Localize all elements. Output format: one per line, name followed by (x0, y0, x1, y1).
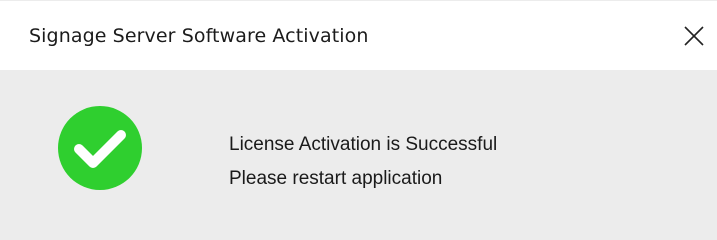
close-button[interactable] (677, 19, 711, 53)
status-message: License Activation is Successful Please … (229, 128, 497, 196)
window-title: Signage Server Software Activation (29, 25, 369, 47)
message-line-1: License Activation is Successful (229, 134, 498, 155)
activation-dialog: Signage Server Software Activation Licen… (0, 0, 717, 240)
checkmark-circle-icon (58, 106, 142, 190)
title-bar: Signage Server Software Activation (0, 0, 717, 70)
dialog-body: License Activation is Successful Please … (0, 70, 717, 240)
close-icon (684, 26, 704, 46)
message-line-2: Please restart application (229, 168, 443, 189)
